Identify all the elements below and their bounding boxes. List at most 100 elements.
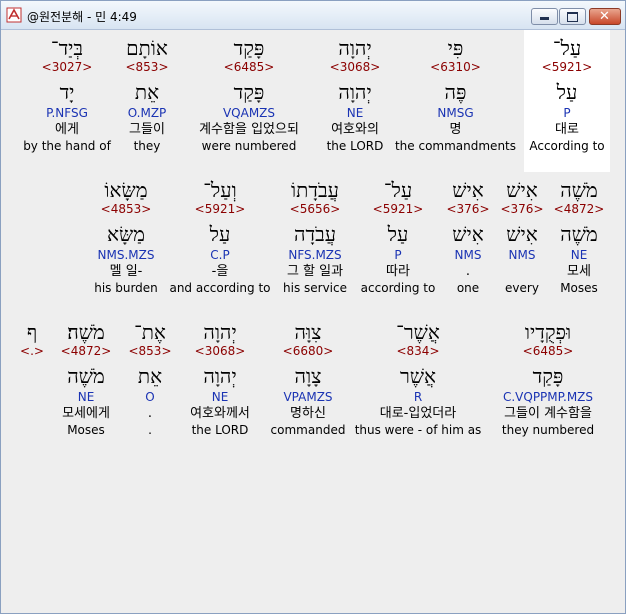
- close-icon: ✕: [599, 9, 610, 24]
- app-window: @원전분해 - 민 4:49 ✕ עַל־ <5921> עַל P 대로 Ac…: [0, 0, 626, 614]
- word-block[interactable]: עַל־ <5921> עַל P 따라 according to: [358, 178, 438, 296]
- english-gloss: the LORD: [191, 423, 249, 437]
- word-block[interactable]: וּפְקֻדָיו <6485> פָּקַד C.VQPPMP.MZS 그들…: [488, 320, 608, 438]
- morph-code: P.NFSG: [46, 106, 88, 120]
- window-title: @원전분해 - 민 4:49: [27, 10, 137, 24]
- korean-gloss: 에게: [55, 122, 79, 137]
- hebrew-lemma: פֶּה: [444, 80, 467, 104]
- close-button[interactable]: ✕: [589, 8, 621, 25]
- maximize-button[interactable]: [559, 8, 586, 25]
- word-block[interactable]: ף <.>: [16, 320, 48, 438]
- hebrew-word: אֶת־: [134, 320, 166, 344]
- word-block[interactable]: מֹשֶׁה׃ <4872> מֹשֶׁה NE 모세에게 Moses: [52, 320, 120, 438]
- hebrew-word: צִוָּה: [294, 320, 322, 344]
- morph-code: [16, 390, 48, 406]
- strongs-number: <3027>: [41, 60, 93, 74]
- morph-code: R: [413, 390, 423, 404]
- morph-code: VQAMZS: [222, 106, 276, 120]
- strongs-number: <3068>: [194, 344, 246, 358]
- word-block[interactable]: אֶת־ <853> אֵת O . .: [126, 320, 174, 438]
- morph-code: C.P: [210, 248, 230, 262]
- korean-gloss: 여호와께서: [190, 406, 250, 421]
- english-gloss: one: [456, 281, 480, 295]
- word-block[interactable]: פָּקַד <6485> פָּקַד VQAMZS 계수함을 입었으되 we…: [184, 36, 314, 154]
- hebrew-word: וּפְקֻדָיו: [524, 320, 572, 344]
- morph-code: P: [394, 248, 402, 262]
- hebrew-lemma: יָד: [59, 80, 75, 104]
- word-block[interactable]: יְהוָה <3068> יְהוָה NE 여호와께서 the LORD: [178, 320, 262, 438]
- title-bar[interactable]: @원전분해 - 민 4:49 ✕: [1, 1, 625, 30]
- strongs-number: <6485>: [223, 60, 275, 74]
- korean-gloss: 모세: [567, 264, 591, 279]
- word-block[interactable]: פִּי <6310> פֶּה NMSG 명 the commandments: [393, 36, 518, 154]
- morph-code: NMS.MZS: [97, 248, 155, 262]
- hebrew-lemma: עֲבֹדָה: [293, 222, 337, 246]
- korean-gloss: 계수함을 입었으되: [199, 122, 299, 137]
- word-block[interactable]: מֹשֶׁה <4872> מֹשֶׁה NE 모세 Moses: [548, 178, 610, 296]
- word-block[interactable]: צִוָּה <6680> צָוָה VPAMZS 명하신 commanded: [268, 320, 348, 438]
- english-gloss: the LORD: [326, 139, 384, 153]
- morph-code: O: [145, 390, 155, 404]
- strongs-number: <5921>: [372, 202, 424, 216]
- strongs-number: <853>: [128, 344, 172, 358]
- korean-gloss: [16, 406, 48, 423]
- hebrew-lemma: פָּקַד: [233, 80, 265, 104]
- app-logo-icon: [6, 7, 22, 23]
- word-block[interactable]: וְעַל־ <5921> עַל C.P -을 and according t…: [168, 178, 272, 296]
- hebrew-word: אֲשֶׁר־: [396, 320, 440, 344]
- korean-gloss: 여호와의: [331, 122, 379, 137]
- word-block[interactable]: אֲשֶׁר־ <834> אֲשֶׁר R 대로-입었더라 thus were…: [353, 320, 483, 438]
- english-gloss: his service: [283, 281, 347, 295]
- hebrew-word: וְעַל־: [203, 178, 237, 202]
- word-block[interactable]: אוֹתָם <853> אֵת O.MZP 그들이 they: [116, 36, 178, 154]
- hebrew-lemma: אֲשֶׁר: [400, 364, 436, 388]
- strongs-number: <376>: [500, 202, 544, 216]
- korean-gloss: .: [465, 264, 471, 279]
- hebrew-lemma: עַל: [387, 222, 409, 246]
- strongs-number: <6485>: [522, 344, 574, 358]
- korean-gloss: .: [147, 406, 153, 421]
- word-block[interactable]: יְהוָה <3068> יְהוָה NE 여호와의 the LORD: [315, 36, 395, 154]
- morph-code: O.MZP: [127, 106, 167, 120]
- morph-code: NE: [346, 106, 364, 120]
- word-block[interactable]: בְּיַד־ <3027> יָד P.NFSG 에게 by the hand…: [22, 36, 112, 154]
- korean-gloss: 모세에게: [62, 406, 110, 421]
- word-block[interactable]: מַשָּׂאוֹ <4853> מַשָּׂא NMS.MZS 멜 일- hi…: [88, 178, 164, 296]
- morph-code: NMS: [454, 248, 482, 262]
- hebrew-lemma: יְהוָה: [338, 80, 372, 104]
- korean-gloss: 그들이: [129, 122, 165, 137]
- korean-gloss: -을: [211, 264, 229, 279]
- korean-gloss: 명하신: [290, 406, 326, 421]
- morph-code: NE: [211, 390, 229, 404]
- minimize-icon: [540, 17, 549, 20]
- hebrew-word: ף: [26, 320, 38, 344]
- word-block[interactable]: אִישׁ <376> אִישׁ NMS . one: [444, 178, 492, 296]
- word-block[interactable]: עֲבֹדָתוֹ <5656> עֲבֹדָה NFS.MZS 그 할 일과 …: [276, 178, 354, 296]
- english-gloss: [16, 423, 48, 438]
- hebrew-lemma: עַל: [209, 222, 231, 246]
- english-gloss: they: [133, 139, 161, 153]
- hebrew-word: יְהוָה: [203, 320, 237, 344]
- strongs-number: <6680>: [282, 344, 334, 358]
- english-gloss: were numbered: [201, 139, 297, 153]
- word-block[interactable]: עַל־ <5921> עַל P 대로 According to: [526, 36, 608, 154]
- english-gloss: thus were - of him as: [354, 423, 482, 437]
- hebrew-word: יְהוָה: [338, 36, 372, 60]
- hebrew-word: אִישׁ: [506, 178, 538, 202]
- strongs-number: <4853>: [100, 202, 152, 216]
- korean-gloss: 그들이 계수함을: [504, 406, 592, 421]
- morph-code: P: [563, 106, 571, 120]
- word-block[interactable]: אִישׁ <376> אִישׁ NMS every: [498, 178, 546, 296]
- english-gloss: by the hand of: [23, 139, 111, 153]
- minimize-button[interactable]: [531, 8, 558, 25]
- hebrew-lemma: אֵת: [137, 364, 163, 388]
- english-gloss: .: [148, 423, 152, 437]
- hebrew-lemma: [16, 364, 48, 390]
- hebrew-word: פָּקַד: [233, 36, 265, 60]
- hebrew-word: מֹשֶׁה׃: [67, 320, 105, 344]
- strongs-number: <.>: [20, 344, 44, 358]
- korean-gloss: 따라: [386, 264, 410, 279]
- korean-gloss: [498, 264, 546, 281]
- strongs-number: <3068>: [329, 60, 381, 74]
- hebrew-word: עַל־: [552, 36, 582, 60]
